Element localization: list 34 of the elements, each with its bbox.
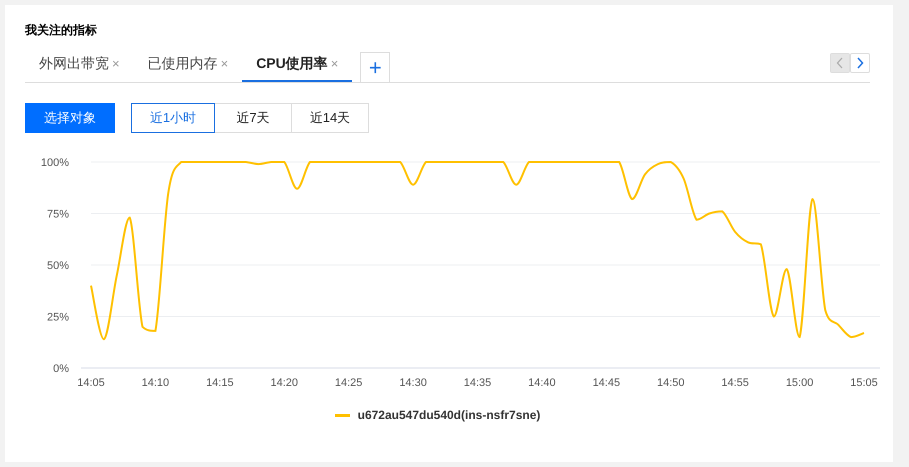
x-axis-label: 14:15 — [206, 377, 234, 389]
time-range-button[interactable]: 近7天 — [214, 103, 292, 133]
x-axis-label: 14:40 — [528, 377, 556, 389]
chevron-right-icon — [856, 57, 864, 69]
chevron-left-icon — [836, 57, 844, 69]
scroll-right-button[interactable] — [850, 53, 870, 73]
y-axis-label: 75% — [46, 208, 69, 220]
y-axis-label: 100% — [40, 157, 69, 169]
select-object-button[interactable]: 选择对象 — [25, 103, 115, 133]
x-axis-label: 15:00 — [786, 377, 814, 389]
close-tab-button[interactable]: × — [220, 56, 228, 71]
x-axis-label: 14:20 — [270, 377, 298, 389]
x-axis-label: 14:25 — [334, 377, 362, 389]
y-axis-label: 0% — [53, 363, 69, 375]
time-range-button[interactable]: 近14天 — [291, 103, 369, 133]
close-tab-button[interactable]: × — [330, 56, 338, 71]
x-axis-label: 15:05 — [850, 377, 878, 389]
y-axis-label: 50% — [46, 260, 69, 272]
add-tab-button[interactable]: + — [360, 52, 390, 82]
metric-tab[interactable]: 已使用内存 × — [134, 50, 242, 82]
x-axis-label: 14:10 — [142, 377, 170, 389]
x-axis-label: 14:35 — [464, 377, 492, 389]
x-axis-label: 14:50 — [656, 377, 685, 389]
time-range-button[interactable]: 近1小时 — [131, 103, 215, 133]
x-axis-label: 14:05 — [77, 377, 105, 389]
x-axis-label: 14:55 — [721, 377, 749, 389]
y-axis-label: 25% — [46, 312, 69, 324]
close-tab-button[interactable]: × — [112, 56, 120, 71]
x-axis-label: 14:45 — [592, 377, 620, 389]
metric-tab[interactable]: 外网出带宽 × — [25, 50, 134, 82]
legend-label: u672au547du540d(ins-nsfr7sne) — [358, 408, 540, 422]
x-axis-label: 14:30 — [399, 377, 427, 389]
metric-tab[interactable]: CPU使用率 × — [242, 50, 352, 82]
panel-title: 我关注的指标 — [25, 22, 98, 38]
